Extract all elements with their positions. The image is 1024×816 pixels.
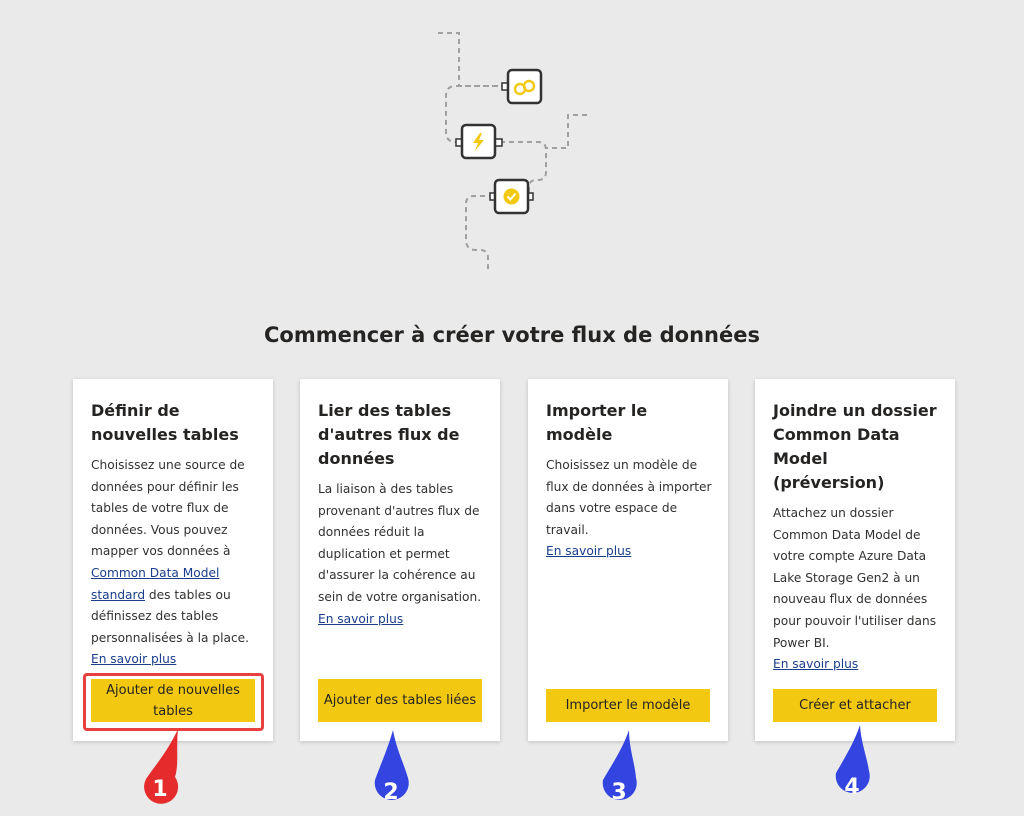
card-link-tables: Lier des tables d'autres flux de données… <box>300 379 500 741</box>
link-icon <box>501 68 543 105</box>
marker-number: 2 <box>383 780 399 805</box>
marker-1: 1 <box>140 727 180 805</box>
learn-more-link[interactable]: En savoir plus <box>91 649 257 670</box>
card-title: Importer le modèle <box>546 401 648 444</box>
add-linked-tables-button[interactable]: Ajouter des tables liées <box>318 679 482 722</box>
card-title: Joindre un dossier Common Data Model (pr… <box>773 401 937 492</box>
card-attach-cdm-folder: Joindre un dossier Common Data Model (pr… <box>755 379 955 741</box>
marker-4: 4 <box>832 725 872 803</box>
learn-more-link[interactable]: En savoir plus <box>773 654 939 675</box>
card-description: La liaison à des tables provenant d'autr… <box>318 482 482 604</box>
card-description: Choisissez un modèle de flux de données … <box>546 458 712 537</box>
card-description-text: Choisissez une source de données pour dé… <box>91 458 245 559</box>
learn-more-link[interactable]: En savoir plus <box>318 609 484 630</box>
page-title: Commencer à créer votre flux de données <box>264 323 760 347</box>
verified-check-icon <box>489 178 534 215</box>
learn-more-link[interactable]: En savoir plus <box>546 541 712 562</box>
import-model-button[interactable]: Importer le modèle <box>546 689 710 722</box>
dataflow-illustration <box>438 32 587 272</box>
lightning-bolt-icon <box>455 123 503 160</box>
card-title: Définir de nouvelles tables <box>91 401 239 444</box>
highlight-box <box>83 673 264 731</box>
card-description: Attachez un dossier Common Data Model de… <box>773 506 937 650</box>
marker-number: 4 <box>844 775 860 800</box>
marker-number: 1 <box>152 777 168 802</box>
card-description: Choisissez une source de données pour dé… <box>91 455 257 649</box>
card-title: Lier des tables d'autres flux de données <box>318 401 460 468</box>
card-import-model: Importer le modèle Choisissez un modèle … <box>528 379 728 741</box>
marker-2: 2 <box>371 730 411 808</box>
marker-3: 3 <box>599 730 639 808</box>
marker-number: 3 <box>611 780 627 805</box>
create-and-attach-button[interactable]: Créer et attacher <box>773 689 937 722</box>
